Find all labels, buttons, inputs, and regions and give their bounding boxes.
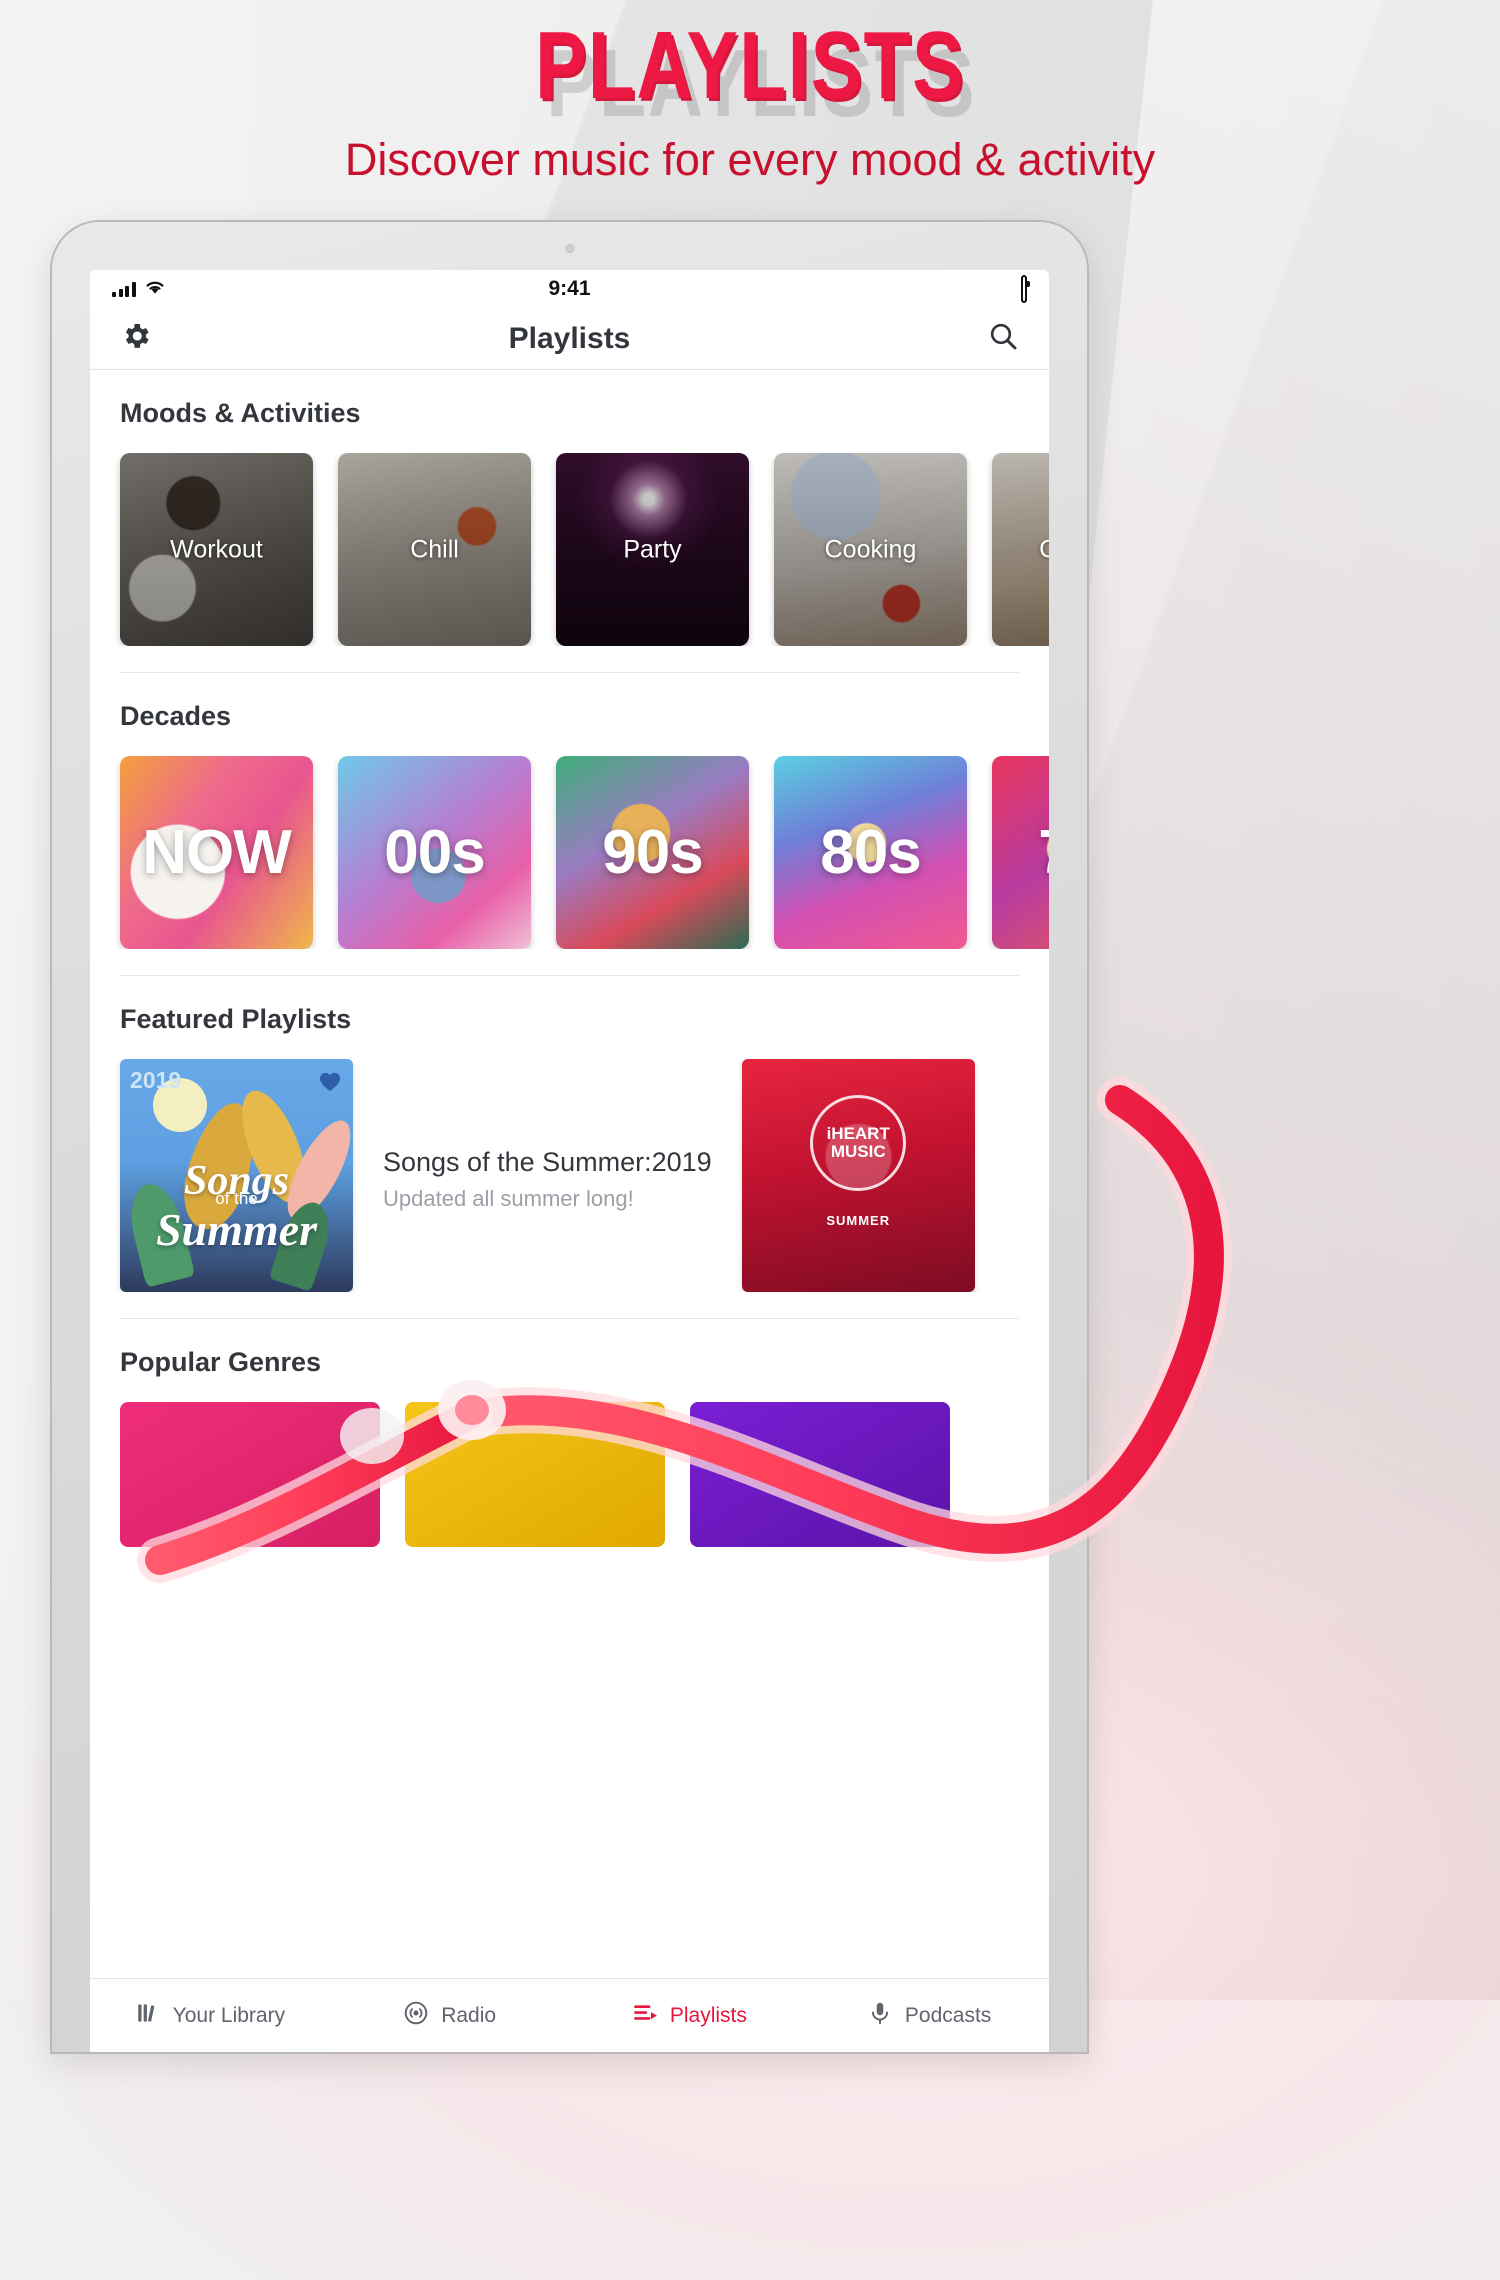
section-moods-activities: Moods & Activities Workout Chill Party C… xyxy=(90,370,1049,673)
mood-card-party[interactable]: Party xyxy=(556,453,749,646)
section-popular-genres: Popular Genres xyxy=(90,1319,1049,1547)
card-label: Cooking xyxy=(824,535,917,563)
hero-header: PLAYLISTS Discover music for every mood … xyxy=(0,18,1500,186)
moods-card-rail[interactable]: Workout Chill Party Cooking C xyxy=(90,453,1049,646)
tablet-device-frame: 9:41 Playlists Moods & Activities Workou… xyxy=(52,222,1087,2052)
decade-card-80s[interactable]: 80s xyxy=(774,756,967,949)
status-bar-clock: 9:41 xyxy=(548,277,591,300)
card-label: NOW xyxy=(142,818,292,887)
status-bar-right xyxy=(1021,274,1027,303)
card-label: Cleaning xyxy=(1039,535,1049,563)
section-featured-playlists: Featured Playlists 2019 Songs of the Sum… xyxy=(90,976,1049,1319)
mood-card-chill[interactable]: Chill xyxy=(338,453,531,646)
section-decades: Decades NOW 00s 90s 80s 70s xyxy=(90,673,1049,976)
featured-playlist-rail[interactable]: 2019 Songs of the Summer Songs of the Su… xyxy=(90,1059,1049,1292)
featured-playlist-iheart[interactable]: iHEART MUSIC SUMMER xyxy=(741,1059,975,1292)
device-screen: 9:41 Playlists Moods & Activities Workou… xyxy=(90,270,1049,2052)
scroll-content[interactable]: Moods & Activities Workout Chill Party C… xyxy=(90,370,1049,1978)
artwork-title-line3: Summer xyxy=(155,1204,318,1256)
cellular-bars-icon xyxy=(112,281,136,297)
status-bar-left xyxy=(112,278,165,301)
mood-card-workout[interactable]: Workout xyxy=(120,453,313,646)
featured-playlist-songs-of-the-summer[interactable]: 2019 Songs of the Summer Songs of the Su… xyxy=(120,1059,712,1292)
playlist-artwork: 2019 Songs of the Summer xyxy=(120,1059,353,1292)
card-label: 90s xyxy=(602,818,703,887)
mood-card-cooking[interactable]: Cooking xyxy=(774,453,967,646)
section-title: Moods & Activities xyxy=(120,398,361,428)
playlist-artwork: iHEART MUSIC SUMMER xyxy=(741,1059,975,1292)
playlist-subtitle: Updated all summer long! xyxy=(383,1186,634,1211)
playlist-info: Songs of the Summer:2019 Updated all sum… xyxy=(383,1059,712,1212)
decade-card-70s[interactable]: 70s xyxy=(992,756,1049,949)
page-subtitle: Discover music for every mood & activity xyxy=(344,134,1156,185)
gear-icon[interactable] xyxy=(120,320,152,357)
playlist-name: Songs of the Summer:2019 xyxy=(383,1147,712,1177)
tab-podcasts[interactable]: Podcasts xyxy=(809,2000,1049,2032)
wifi-icon xyxy=(145,278,165,301)
microphone-icon xyxy=(867,2000,893,2032)
radio-icon xyxy=(403,2000,429,2032)
tab-your-library[interactable]: Your Library xyxy=(90,2000,330,2032)
genre-card-3[interactable] xyxy=(690,1402,950,1547)
tab-label: Podcasts xyxy=(904,2003,992,2027)
tab-radio[interactable]: Radio xyxy=(330,2000,570,2032)
battery-full-icon xyxy=(1021,274,1027,303)
decade-card-00s[interactable]: 00s xyxy=(338,756,531,949)
page-title: PLAYLISTS xyxy=(535,12,965,119)
mood-card-cleaning[interactable]: Cleaning xyxy=(992,453,1049,646)
section-title: Featured Playlists xyxy=(120,1004,352,1034)
tab-label: Radio xyxy=(441,2003,497,2027)
genre-card-1[interactable] xyxy=(120,1402,380,1547)
tab-playlists[interactable]: Playlists xyxy=(570,2000,810,2032)
genres-card-rail[interactable] xyxy=(90,1402,1049,1547)
app-navigation-bar: Playlists xyxy=(90,308,1049,370)
iheartradio-logo-icon xyxy=(317,1069,343,1098)
status-bar: 9:41 xyxy=(90,270,1049,308)
card-label: Party xyxy=(623,535,682,563)
search-icon[interactable] xyxy=(987,320,1019,357)
decades-card-rail[interactable]: NOW 00s 90s 80s 70s xyxy=(90,756,1049,949)
card-label: Workout xyxy=(170,535,263,563)
artwork-badge-sub: SUMMER xyxy=(826,1212,891,1228)
bottom-tab-bar: Your Library Radio Playlists Podcasts xyxy=(90,1978,1049,2052)
page-title: Playlists xyxy=(508,321,631,355)
card-label: 80s xyxy=(820,818,921,887)
artwork-year: 2019 xyxy=(130,1067,182,1093)
card-label: Chill xyxy=(410,535,459,563)
section-title: Popular Genres xyxy=(120,1347,322,1377)
tab-label: Your Library xyxy=(172,2003,286,2027)
card-label: 70s xyxy=(1038,817,1049,888)
front-camera-icon xyxy=(565,244,574,253)
genre-card-2[interactable] xyxy=(405,1402,665,1547)
decade-card-90s[interactable]: 90s xyxy=(556,756,749,949)
artwork-badge: iHEART MUSIC xyxy=(810,1094,907,1191)
tab-label: Playlists xyxy=(669,2003,747,2027)
library-icon xyxy=(135,2000,161,2032)
section-title: Decades xyxy=(120,701,232,731)
playlist-icon xyxy=(632,2000,658,2032)
decade-card-now[interactable]: NOW xyxy=(120,756,313,949)
card-label: 00s xyxy=(384,818,485,887)
